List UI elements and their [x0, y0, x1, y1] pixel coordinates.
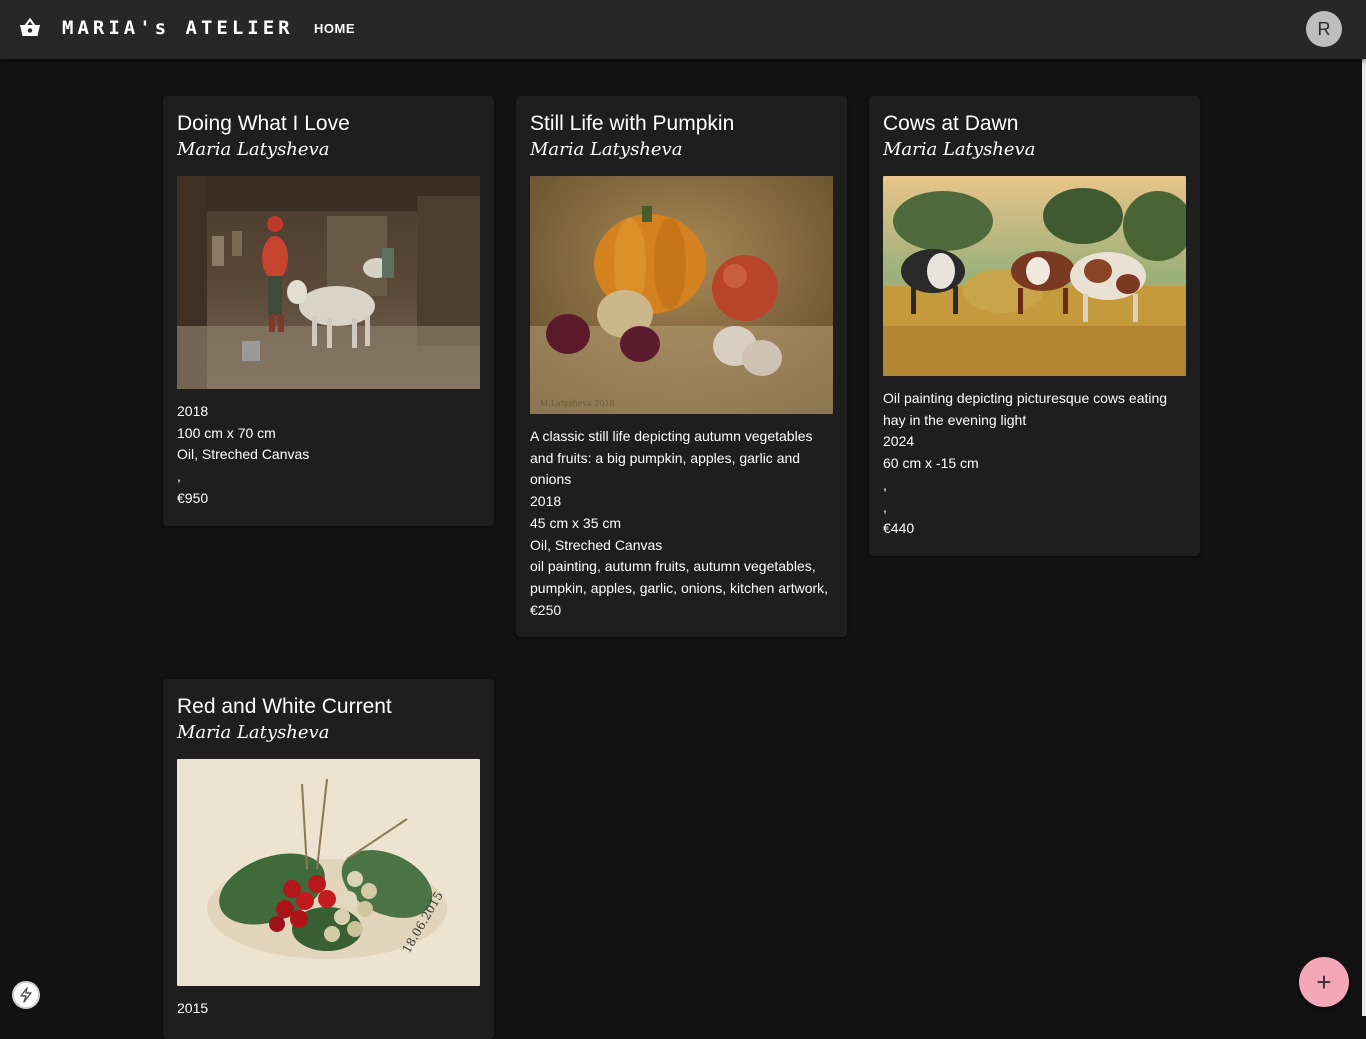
- artwork-title[interactable]: Red and White Current: [177, 693, 480, 721]
- page-scrollbar[interactable]: [1362, 59, 1366, 1016]
- artwork-dimensions: 60 cm x -15 cm: [883, 455, 979, 472]
- artwork-image[interactable]: 18.06.2015: [177, 759, 480, 986]
- artwork-tags: ,: [177, 468, 181, 485]
- artwork-image[interactable]: [883, 176, 1186, 376]
- artwork-price: €250: [530, 601, 562, 618]
- artwork-year: 2018: [177, 403, 209, 419]
- artwork-tags: oil painting, autumn fruits, autumn vege…: [530, 558, 829, 596]
- artwork-image[interactable]: [177, 176, 480, 389]
- svg-text:M.Latysheva 2018: M.Latysheva 2018: [540, 399, 615, 408]
- artwork-description: Oil painting depicting picturesque cows …: [883, 390, 1168, 428]
- artwork-title[interactable]: Still Life with Pumpkin: [530, 110, 833, 138]
- artwork-description: A classic still life depicting autumn ve…: [530, 428, 813, 488]
- artwork-year: 2015: [177, 1000, 209, 1016]
- artwork-year: 2018: [530, 493, 562, 510]
- artwork-tags: ,: [883, 498, 887, 515]
- artwork-artist: Maria Latysheva: [530, 139, 683, 160]
- artwork-artist: Maria Latysheva: [177, 722, 330, 743]
- brand-title[interactable]: MARIA's ATELIER: [62, 17, 294, 39]
- artwork-details: A classic still life depicting autumn ve…: [530, 426, 833, 621]
- artwork-card[interactable]: Cows at Dawn Maria Latysheva Oil paintin…: [869, 96, 1200, 556]
- artwork-card[interactable]: Still Life with Pumpkin Maria Latysheva: [516, 96, 847, 638]
- artwork-artist: Maria Latysheva: [883, 139, 1036, 160]
- artwork-medium: ,: [883, 476, 887, 493]
- artwork-image[interactable]: M.Latysheva 2018: [530, 176, 833, 414]
- plus-icon: +: [1316, 967, 1332, 997]
- artwork-details: 2015: [177, 998, 480, 1020]
- artwork-dimensions: 100 cm x 70 cm: [177, 424, 276, 441]
- user-avatar[interactable]: R: [1306, 11, 1342, 47]
- artwork-details: Oil painting depicting picturesque cows …: [883, 388, 1186, 540]
- artwork-year: 2024: [883, 433, 915, 450]
- artwork-title[interactable]: Doing What I Love: [177, 110, 480, 138]
- artwork-dimensions: 45 cm x 35 cm: [530, 514, 622, 531]
- artwork-medium: Oil, Streched Canvas: [177, 446, 310, 463]
- artwork-price: €440: [883, 520, 915, 537]
- artwork-details: 2018 100 cm x 70 cm Oil, Streched Canvas…: [177, 401, 480, 510]
- lightning-bolt-icon[interactable]: [12, 981, 40, 1009]
- app-bar: MARIA's ATELIER HOME R: [0, 0, 1366, 59]
- artwork-medium: Oil, Streched Canvas: [530, 536, 663, 553]
- nav-home-link[interactable]: HOME: [314, 21, 355, 36]
- artwork-price: €950: [177, 489, 209, 506]
- artwork-title[interactable]: Cows at Dawn: [883, 110, 1186, 138]
- artwork-card[interactable]: Doing What I Love Maria Latysheva 2018 1…: [163, 96, 494, 526]
- add-artwork-button[interactable]: +: [1299, 957, 1349, 1007]
- shopping-basket-icon[interactable]: [19, 17, 41, 38]
- artwork-card[interactable]: Red and White Current Maria Latysheva 18…: [163, 679, 494, 1039]
- artwork-artist: Maria Latysheva: [177, 139, 330, 160]
